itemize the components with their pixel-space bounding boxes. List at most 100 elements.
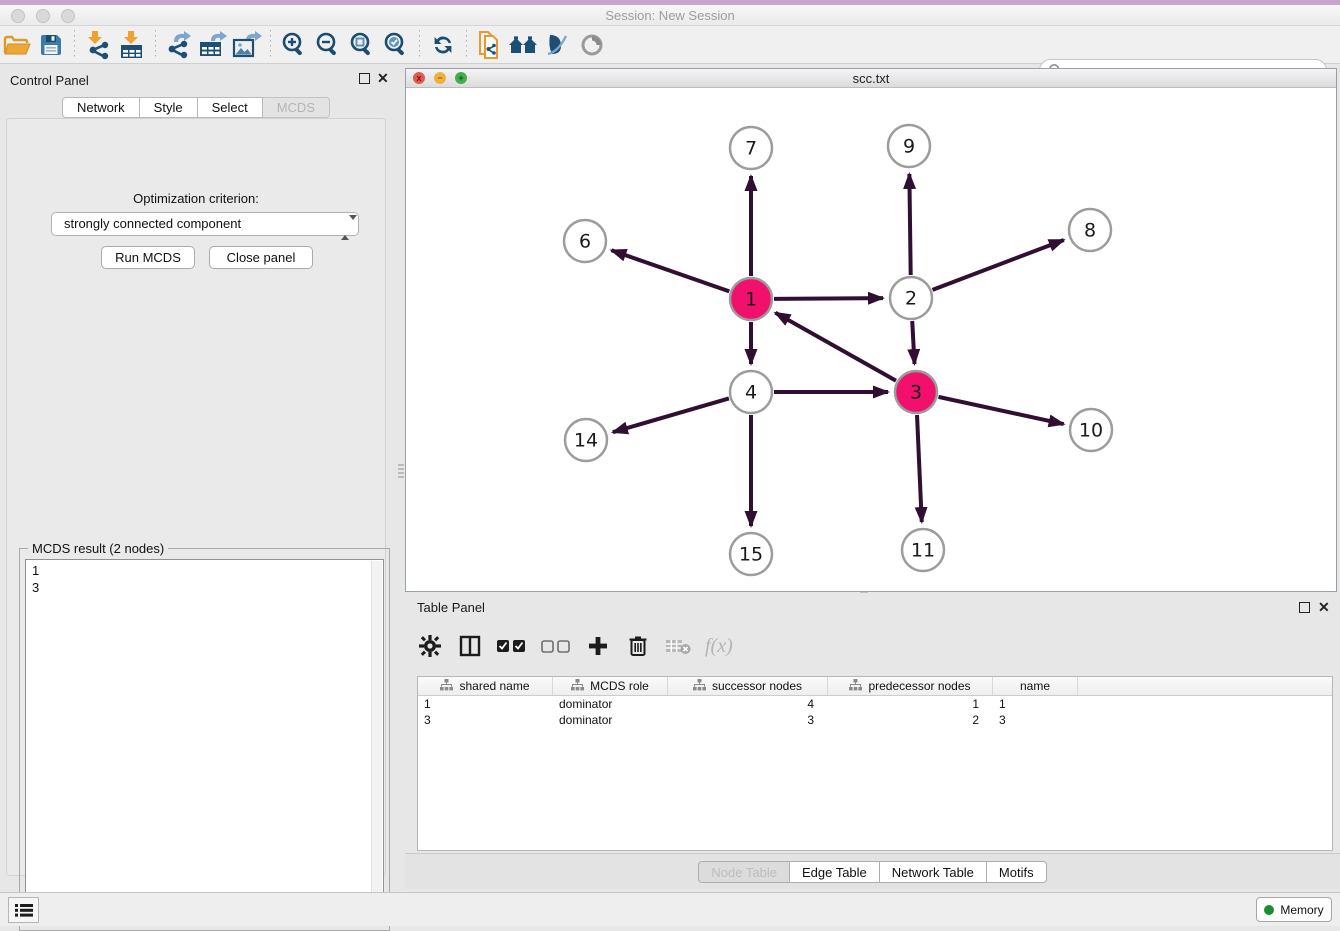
delete-column-icon[interactable] [625,631,651,661]
memory-button[interactable]: Memory [1256,897,1332,922]
graph-node-label: 14 [574,430,598,452]
close-table-panel-icon[interactable]: ✕ [1318,599,1330,616]
column-header-name[interactable]: name [993,677,1078,695]
clone-network-icon[interactable] [473,29,507,61]
float-table-panel-icon[interactable] [1299,602,1310,613]
table-row[interactable]: 3dominator323 [418,712,1332,728]
tab-network-table[interactable]: Network Table [880,861,987,883]
network-window-title: scc.txt [406,71,1336,86]
birdseye-icon[interactable] [575,29,609,61]
graph-node-label: 7 [745,138,757,160]
zoom-selected-icon[interactable] [379,29,413,61]
unselect-all-columns-icon[interactable] [541,631,571,661]
import-table-icon[interactable] [115,29,149,61]
graph-edge-2-8[interactable] [933,240,1064,290]
graph-node-label: 15 [739,544,763,566]
float-panel-icon[interactable] [359,73,370,84]
column-header-label: MCDS role [590,679,649,693]
edit-attribute-icon [693,679,706,694]
table-toolbar: f(x) [417,625,733,667]
table-cell-shared-name[interactable]: 3 [418,712,553,728]
tab-mcds[interactable]: MCDS [263,97,330,118]
select-all-columns-icon[interactable] [497,631,527,661]
network-window-titlebar[interactable]: x − + scc.txt [406,69,1336,88]
memory-label: Memory [1280,903,1323,917]
column-header-successor-nodes[interactable]: successor nodes [668,677,828,695]
table-cell-name[interactable]: 1 [993,696,1078,712]
tab-edge-table[interactable]: Edge Table [790,861,880,883]
edit-attribute-icon [571,679,584,694]
graph-node-label: 4 [745,382,757,404]
table-cell-successor-nodes[interactable]: 3 [668,712,828,728]
add-column-icon[interactable] [585,631,611,661]
tab-style[interactable]: Style [140,97,198,118]
table-cell-successor-nodes[interactable]: 4 [668,696,828,712]
result-scrollbar[interactable] [371,561,382,923]
mcds-result-title: MCDS result (2 nodes) [28,541,168,556]
toolbar-separator [155,30,156,60]
tab-motifs[interactable]: Motifs [987,861,1047,883]
table-cell-name[interactable]: 3 [993,712,1078,728]
column-header-MCDS-role[interactable]: MCDS role [553,677,668,695]
import-network-icon[interactable] [81,29,115,61]
tab-node-table[interactable]: Node Table [698,861,790,883]
graph-edge-4-14[interactable] [613,398,729,432]
edit-attribute-icon [849,679,862,694]
graph-edge-3-1[interactable] [775,313,896,381]
run-mcds-button[interactable]: Run MCDS [101,246,195,269]
graph-node-label: 2 [905,288,917,310]
graph-node-label: 6 [579,231,591,253]
node-table: shared name MCDS role successor nodesprede… [417,676,1333,851]
zoom-out-icon[interactable] [311,29,345,61]
graph-edge-3-11[interactable] [917,415,922,522]
criterion-dropdown[interactable]: strongly connected component [51,212,359,236]
export-image-icon[interactable] [230,29,264,61]
mcds-tab-content: Optimization criterion: strongly connect… [6,118,386,876]
toolbar-separator [419,30,420,60]
tab-network[interactable]: Network [62,97,140,118]
graph-edge-2-9[interactable] [909,174,910,275]
table-cell-MCDS-role[interactable]: dominator [553,712,668,728]
graph-edge-1-2[interactable] [774,298,883,299]
graph-node-label: 1 [745,289,757,311]
control-panel-title: Control Panel [10,73,89,88]
graph-edge-1-6[interactable] [611,250,729,291]
node-table-body: 1dominator4113dominator323 [418,696,1332,728]
export-network-icon[interactable] [162,29,196,61]
window-title: Session: New Session [0,8,1340,23]
save-icon[interactable] [34,29,68,61]
column-layout-icon[interactable] [457,631,483,661]
close-panel-icon[interactable]: ✕ [377,70,389,87]
graph-node-label: 8 [1084,220,1096,242]
table-cell-shared-name[interactable]: 1 [418,696,553,712]
vertical-splitter-grip[interactable] [398,464,404,480]
graph-edge-2-3[interactable] [912,321,914,364]
column-header-label: name [1020,679,1050,693]
tab-select[interactable]: Select [198,97,263,118]
task-history-button[interactable] [8,897,39,923]
vizmap-icon[interactable] [541,29,575,61]
network-graph-canvas[interactable]: 1234678910111415 [406,89,1336,592]
zoom-fit-icon[interactable] [345,29,379,61]
toolbar-separator [466,30,467,60]
network-view-window: x − + scc.txt 1234678910111415 [405,68,1337,592]
export-table-icon[interactable] [196,29,230,61]
column-header-predecessor-nodes[interactable]: predecessor nodes [828,677,993,695]
table-cell-predecessor-nodes[interactable]: 2 [828,712,993,728]
graph-edge-3-10[interactable] [938,397,1063,424]
function-builder-icon[interactable]: f(x) [705,631,733,661]
open-folder-icon[interactable] [0,29,34,61]
mcds-result-group: MCDS result (2 nodes) 1 3 [19,548,390,931]
close-panel-button[interactable]: Close panel [209,246,313,269]
mcds-result-text[interactable]: 1 3 [25,559,384,925]
table-row[interactable]: 1dominator411 [418,696,1332,712]
column-header-shared-name[interactable]: shared name [418,677,553,695]
table-cell-predecessor-nodes[interactable]: 1 [828,696,993,712]
refresh-icon[interactable] [426,29,460,61]
table-panel-tabs: Node TableEdge TableNetwork TableMotifs [405,853,1340,889]
table-cell-MCDS-role[interactable]: dominator [553,696,668,712]
settings-gear-icon[interactable] [417,631,443,661]
delete-table-icon[interactable] [665,631,691,661]
zoom-in-icon[interactable] [277,29,311,61]
ndex-home-icon[interactable] [507,29,541,61]
